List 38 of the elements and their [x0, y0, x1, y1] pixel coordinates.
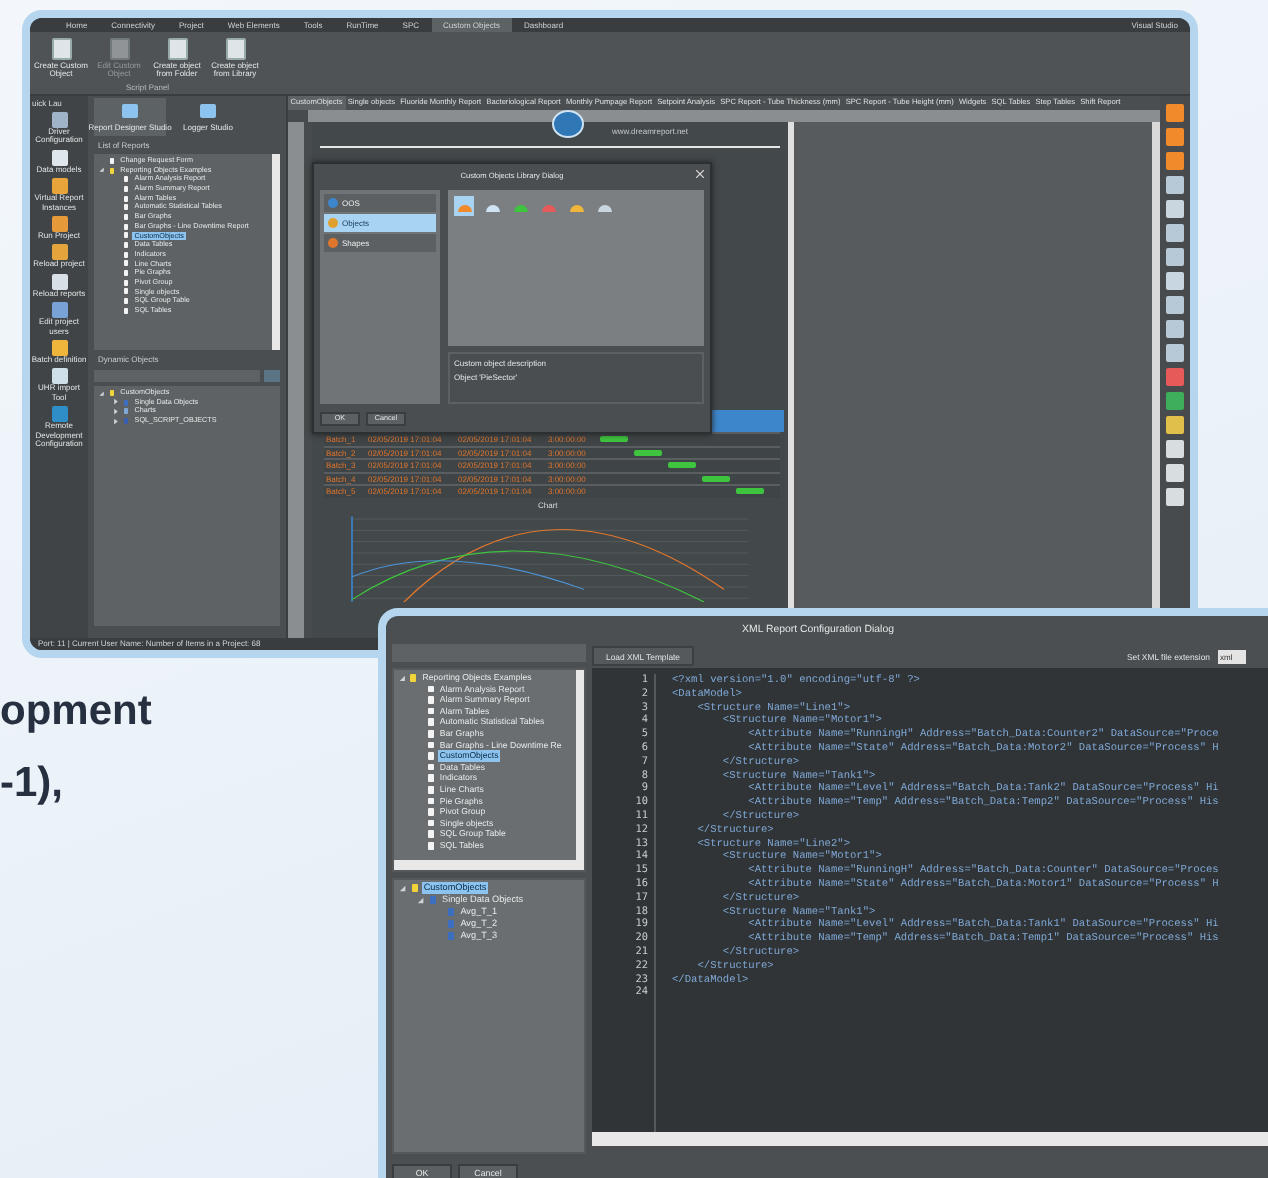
expand-icon[interactable] [398, 883, 408, 893]
code-editor[interactable] [592, 668, 1268, 1132]
document-icon [109, 38, 129, 60]
folder-icon [109, 389, 115, 396]
folder-icon [411, 884, 418, 892]
add-button[interactable] [264, 370, 280, 382]
scrollbar[interactable] [592, 1132, 1268, 1146]
document-icon [167, 38, 187, 60]
logo-icon [552, 110, 584, 138]
close-icon[interactable] [696, 170, 704, 178]
object-icon[interactable] [454, 196, 474, 216]
expand-icon[interactable] [98, 389, 106, 397]
folder-icon [109, 167, 115, 174]
tool-icon [51, 112, 67, 128]
gantt-bar [634, 449, 662, 456]
document-icon [429, 896, 436, 904]
monitor-icon [200, 104, 216, 118]
folder-icon [410, 673, 417, 682]
expand-icon[interactable] [98, 166, 106, 174]
scrollbar[interactable] [272, 154, 280, 350]
headline-text: opment [0, 688, 152, 736]
document-icon [109, 157, 115, 164]
headline-text: -1), [0, 760, 63, 808]
expand-icon[interactable] [416, 895, 426, 905]
expand-icon[interactable] [112, 407, 120, 416]
gantt-bar [600, 436, 628, 442]
gantt-bar [702, 475, 730, 482]
scrollbar[interactable] [576, 670, 584, 860]
monitor-icon [122, 104, 138, 118]
document-icon [225, 38, 245, 60]
scrollbar[interactable] [394, 860, 584, 870]
expand-icon[interactable] [398, 673, 407, 682]
gantt-bar [668, 462, 696, 469]
expand-icon[interactable] [112, 417, 120, 425]
document-icon [51, 38, 71, 60]
expand-icon[interactable] [112, 398, 120, 406]
gantt-bar [736, 488, 764, 495]
tool-icon [51, 406, 67, 423]
